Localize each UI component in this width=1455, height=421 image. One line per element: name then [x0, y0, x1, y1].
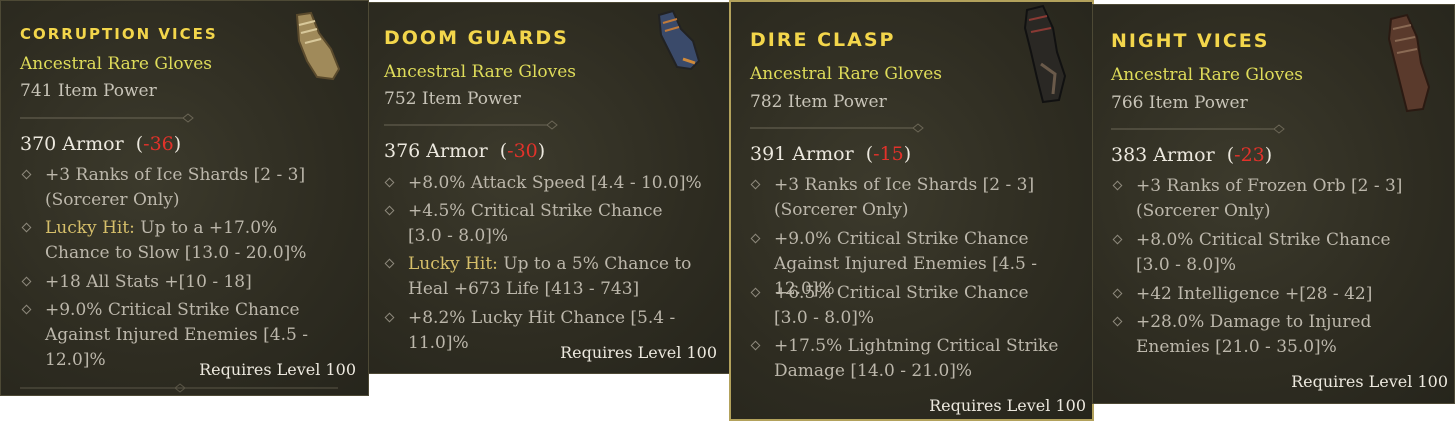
diamond-bullet-icon [1112, 288, 1123, 299]
separator [20, 381, 350, 395]
item-power: 782 Item Power [750, 92, 887, 112]
diamond-bullet-icon [384, 177, 395, 188]
affix: +3 Ranks of Ice Shards [2 - 3] (Sorcerer… [21, 163, 345, 213]
armor-text: 391 Armor [750, 143, 854, 165]
affix-text: +18 All Stats +[10 - 18] [45, 272, 252, 292]
armor-value: 383 Armor (-23) [1111, 144, 1273, 166]
item-type: Ancestral Rare Gloves [384, 62, 577, 82]
affix-text: +17.5% Lightning Critical Strike Damage … [774, 336, 1059, 381]
affix: +17.5% Lightning Critical Strike Damage … [750, 334, 1074, 384]
affix: +42 Intelligence +[28 - 42] [1112, 282, 1436, 307]
affix-text: +42 Intelligence +[28 - 42] [1136, 284, 1373, 304]
diamond-bullet-icon [750, 287, 761, 298]
item-tooltip-night-vices: NIGHT VICES Ancestral Rare Gloves 766 It… [1092, 4, 1455, 404]
affix-text: +8.0% Attack Speed [4.4 - 10.0]% [408, 173, 702, 193]
requires-level: Requires Level 100 [560, 343, 717, 362]
diamond-bullet-icon [21, 276, 32, 287]
glove-icon [285, 11, 347, 83]
affix: +6.5% Critical Strike Chance [3.0 - 8.0]… [750, 281, 1064, 331]
requires-level: Requires Level 100 [1291, 372, 1448, 391]
item-power: 752 Item Power [384, 89, 521, 109]
affix: +8.0% Critical Strike Chance [3.0 - 8.0]… [1112, 228, 1426, 278]
diamond-bullet-icon [750, 179, 761, 190]
separator [750, 121, 925, 135]
armor-text: 370 Armor [20, 133, 124, 155]
armor-value: 391 Armor (-15) [750, 143, 912, 165]
armor-value: 376 Armor (-30) [384, 140, 546, 162]
item-power: 741 Item Power [20, 81, 157, 101]
requires-level: Requires Level 100 [929, 396, 1086, 415]
item-type: Ancestral Rare Gloves [1111, 65, 1304, 85]
glove-icon [1013, 4, 1077, 106]
armor-text: 383 Armor [1111, 144, 1215, 166]
item-name: NIGHT VICES [1111, 30, 1270, 52]
item-name: CORRUPTION VICES [20, 25, 218, 43]
diamond-bullet-icon [21, 304, 32, 315]
item-type: Ancestral Rare Gloves [20, 54, 213, 74]
diamond-bullet-icon [21, 222, 32, 233]
affix-text: +6.5% Critical Strike Chance [3.0 - 8.0]… [774, 283, 1029, 328]
armor-diff: -30 [507, 140, 538, 162]
item-name: DIRE CLASP [750, 29, 896, 51]
affix: Lucky Hit: Up to a +17.0% Chance to Slow… [21, 216, 345, 266]
item-tooltip-doom-guards: DOOM GUARDS Ancestral Rare Gloves 752 It… [368, 2, 730, 374]
item-type: Ancestral Rare Gloves [750, 64, 943, 84]
affix: +28.0% Damage to Injured Enemies [21.0 -… [1112, 310, 1436, 360]
item-name: DOOM GUARDS [384, 27, 569, 49]
separator [1111, 122, 1286, 136]
diamond-bullet-icon [384, 258, 395, 269]
affix-text: +4.5% Critical Strike Chance [3.0 - 8.0]… [408, 201, 663, 246]
diamond-bullet-icon [1112, 316, 1123, 327]
affix: +8.0% Attack Speed [4.4 - 10.0]% [384, 171, 708, 196]
requires-level: Requires Level 100 [199, 360, 356, 379]
affix: Lucky Hit: Up to a 5% Chance to Heal +67… [384, 252, 708, 302]
affix: +18 All Stats +[10 - 18] [21, 270, 345, 295]
diamond-bullet-icon [384, 312, 395, 323]
glove-icon [1379, 13, 1439, 115]
separator [384, 118, 559, 132]
diamond-bullet-icon [384, 205, 395, 216]
affix: +4.5% Critical Strike Chance [3.0 - 8.0]… [384, 199, 698, 249]
lucky-hit-label: Lucky Hit: [408, 254, 498, 274]
armor-diff: -15 [873, 143, 904, 165]
item-tooltip-corruption-vices: CORRUPTION VICES Ancestral Rare Gloves 7… [0, 0, 369, 396]
item-tooltip-dire-clasp: DIRE CLASP Ancestral Rare Gloves 782 Ite… [729, 0, 1094, 421]
armor-value: 370 Armor (-36) [20, 133, 182, 155]
item-power: 766 Item Power [1111, 93, 1248, 113]
affix: +3 Ranks of Frozen Orb [2 - 3] (Sorcerer… [1112, 174, 1436, 224]
affix-text: +8.0% Critical Strike Chance [3.0 - 8.0]… [1136, 230, 1391, 275]
lucky-hit-label: Lucky Hit: [45, 218, 135, 238]
affix-text: +3 Ranks of Frozen Orb [2 - 3] (Sorcerer… [1136, 176, 1403, 221]
diamond-bullet-icon [1112, 180, 1123, 191]
diamond-bullet-icon [1112, 234, 1123, 245]
affix: +3 Ranks of Ice Shards [2 - 3] (Sorcerer… [750, 173, 1074, 223]
diamond-bullet-icon [21, 169, 32, 180]
affix-text: +3 Ranks of Ice Shards [2 - 3] (Sorcerer… [45, 165, 306, 210]
affix-text: +3 Ranks of Ice Shards [2 - 3] (Sorcerer… [774, 175, 1035, 220]
armor-diff: -36 [143, 133, 174, 155]
armor-diff: -23 [1234, 144, 1265, 166]
armor-text: 376 Armor [384, 140, 488, 162]
affix-text: +28.0% Damage to Injured Enemies [21.0 -… [1136, 312, 1372, 357]
separator [20, 111, 195, 125]
glove-icon [649, 9, 705, 73]
diamond-bullet-icon [750, 340, 761, 351]
diamond-bullet-icon [750, 233, 761, 244]
